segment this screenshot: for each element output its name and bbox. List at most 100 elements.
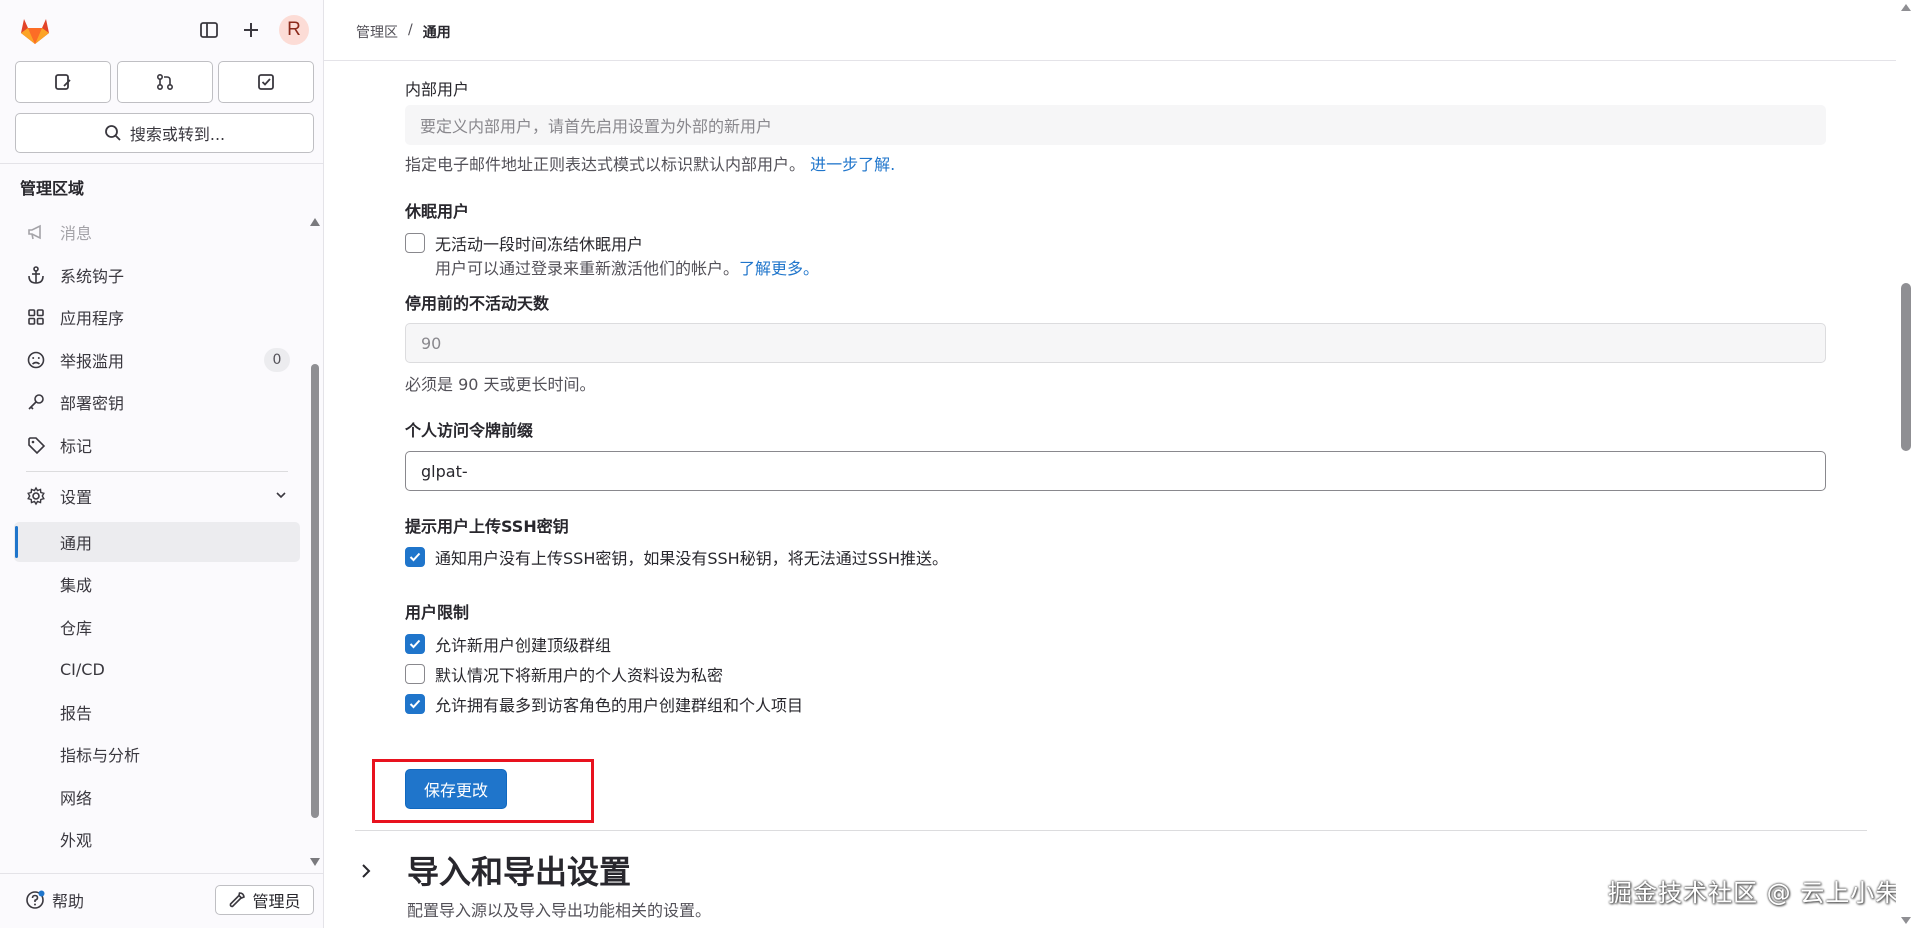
sidebar-item-system-hooks[interactable]: 系统钩子 (14, 255, 300, 295)
checkbox-label: 允许拥有最多到访客角色的用户创建群组和个人项目 (435, 696, 804, 715)
sidebar-footer: 帮助 管理员 (0, 873, 323, 928)
ssh-prompt-label: 提示用户上传SSH密钥 (405, 517, 569, 536)
todos-button[interactable] (218, 61, 314, 103)
divider (355, 830, 1867, 831)
scrollbar-thumb[interactable] (311, 364, 319, 818)
label-tag-icon (24, 433, 48, 457)
guest-create-checkbox[interactable] (405, 694, 425, 714)
scrollbar-thumb[interactable] (1901, 283, 1911, 451)
dormant-users-checkbox-row[interactable]: 无活动一段时间冻结休眠用户 (405, 231, 643, 255)
key-icon (24, 390, 48, 414)
ssh-prompt-checkbox-row[interactable]: 通知用户没有上传SSH密钥，如果没有SSH秘钥，将无法通过SSH推送。 (405, 545, 948, 569)
checkbox-label: 无活动一段时间冻结休眠用户 (435, 235, 644, 254)
checkbox-label: 默认情况下将新用户的个人资料设为私密 (435, 666, 724, 685)
chevron-right-icon (362, 864, 371, 878)
sidebar-subitem-general[interactable]: 通用 (14, 522, 300, 562)
allow-top-group-checkbox[interactable] (405, 634, 425, 654)
anchor-icon (24, 263, 48, 287)
user-avatar[interactable]: R (279, 15, 309, 45)
sidebar-subitem-reporting[interactable]: 报告 (14, 692, 300, 732)
scroll-down-arrow[interactable] (310, 858, 320, 866)
token-prefix-input[interactable]: glpat- (405, 451, 1826, 491)
restriction-checkbox-row[interactable]: 允许拥有最多到访客角色的用户创建群组和个人项目 (405, 692, 803, 716)
wrench-icon (230, 892, 246, 908)
search-icon (104, 125, 121, 141)
breadcrumb-current[interactable]: 通用 (423, 22, 451, 42)
restriction-checkbox-row[interactable]: 允许新用户创建顶级群组 (405, 632, 611, 656)
internal-users-help: 指定电子邮件地址正则表达式模式以标识默认内部用户。 进一步了解. (405, 151, 895, 175)
internal-users-label: 内部用户 (405, 80, 470, 99)
sidebar-subitem-appearance[interactable]: 外观 (14, 819, 300, 859)
scroll-down-arrow[interactable] (1901, 917, 1911, 924)
ssh-prompt-checkbox[interactable] (405, 547, 425, 567)
sidebar-item-label: 消息 (60, 224, 93, 243)
count-badge: 0 (264, 348, 290, 372)
breadcrumb-root[interactable]: 管理区 (356, 22, 398, 42)
breadcrumb-separator: / (408, 22, 413, 38)
sidebar-subitem-network[interactable]: 网络 (14, 777, 300, 817)
inactive-days-help: 必须是 90 天或更长时间。 (405, 375, 596, 394)
sidebar-item-label: 举报滥用 (60, 352, 125, 371)
sidebar-item-labels[interactable]: 标记 (14, 425, 300, 465)
sidebar-item-deploy-keys[interactable]: 部署密钥 (14, 382, 300, 422)
sidebar-subitem-metrics[interactable]: 指标与分析 (14, 734, 300, 774)
breadcrumb: 管理区 / 通用 (356, 22, 451, 42)
sidebar: R 搜索或转到... 管理区域 消息 系统钩子 应用程序 举报滥用 0 部署密钥… (0, 0, 324, 928)
gitlab-logo-icon[interactable] (18, 13, 52, 47)
sidebar-subitem-integrations[interactable]: 集成 (14, 564, 300, 604)
search-label: 搜索或转到... (129, 125, 226, 144)
section-title[interactable]: 导入和导出设置 (407, 847, 631, 893)
merge-requests-button[interactable] (117, 61, 213, 103)
private-profile-checkbox[interactable] (405, 664, 425, 684)
sad-face-icon (24, 348, 48, 372)
restriction-checkbox-row[interactable]: 默认情况下将新用户的个人资料设为私密 (405, 662, 723, 686)
dormant-users-subtext: 用户可以通过登录来重新激活他们的帐户。了解更多。 (435, 255, 819, 279)
merge-request-icon (156, 73, 174, 91)
sidebar-item-settings[interactable]: 设置 (14, 476, 300, 516)
sidebar-item-label: 部署密钥 (60, 394, 125, 413)
chevron-down-icon (276, 492, 286, 499)
internal-users-input[interactable]: 要定义内部用户，请首先启用设置为外部的新用户 (405, 105, 1826, 145)
toggle-sidebar-icon[interactable] (193, 14, 225, 46)
create-new-icon[interactable] (235, 14, 267, 46)
sidebar-item-messages[interactable]: 消息 (14, 212, 300, 252)
expand-section-button[interactable] (356, 847, 376, 881)
todo-icon (258, 74, 274, 90)
sidebar-subitem-cicd[interactable]: CI/CD (14, 649, 300, 689)
sidebar-scrollbar[interactable] (308, 218, 322, 866)
issues-icon (55, 74, 71, 90)
highlight-box (372, 759, 594, 823)
inactive-days-label: 停用前的不活动天数 (405, 294, 550, 313)
gear-icon (24, 484, 48, 508)
checkmark-icon (409, 639, 421, 649)
checkbox-label: 允许新用户创建顶级群组 (435, 636, 612, 655)
sidebar-item-applications[interactable]: 应用程序 (14, 297, 300, 337)
search-button[interactable]: 搜索或转到... (15, 113, 314, 153)
help-label: 帮助 (52, 892, 85, 911)
sidebar-item-label: 系统钩子 (60, 267, 125, 286)
area-title: 管理区域 (20, 179, 85, 198)
sidebar-subitem-repository[interactable]: 仓库 (14, 607, 300, 647)
admin-button[interactable]: 管理员 (215, 885, 314, 915)
sidebar-item-abuse-reports[interactable]: 举报滥用 0 (14, 340, 300, 380)
apps-grid-icon (24, 305, 48, 329)
scroll-up-arrow[interactable] (310, 218, 320, 226)
divider (26, 471, 288, 472)
main-scrollbar[interactable] (1896, 0, 1920, 928)
admin-label: 管理员 (252, 892, 301, 911)
help-button[interactable]: 帮助 (24, 888, 84, 912)
sidebar-item-label: 标记 (60, 437, 93, 456)
section-description: 配置导入源以及导入导出功能相关的设置。 (407, 901, 712, 920)
help-icon (26, 890, 45, 909)
scroll-up-arrow[interactable] (1901, 4, 1911, 11)
dormant-users-checkbox[interactable] (405, 233, 425, 253)
learn-more-link[interactable]: 了解更多。 (739, 259, 819, 278)
checkmark-icon (409, 552, 421, 562)
sidebar-item-label: 应用程序 (60, 309, 125, 328)
divider (0, 163, 323, 164)
inactive-days-input[interactable]: 90 (405, 323, 1826, 363)
help-text: 用户可以通过登录来重新激活他们的帐户。 (435, 259, 740, 278)
issues-button[interactable] (15, 61, 111, 103)
learn-more-link[interactable]: 进一步了解. (810, 155, 895, 174)
top-bar: 管理区 / 通用 (324, 0, 1896, 61)
